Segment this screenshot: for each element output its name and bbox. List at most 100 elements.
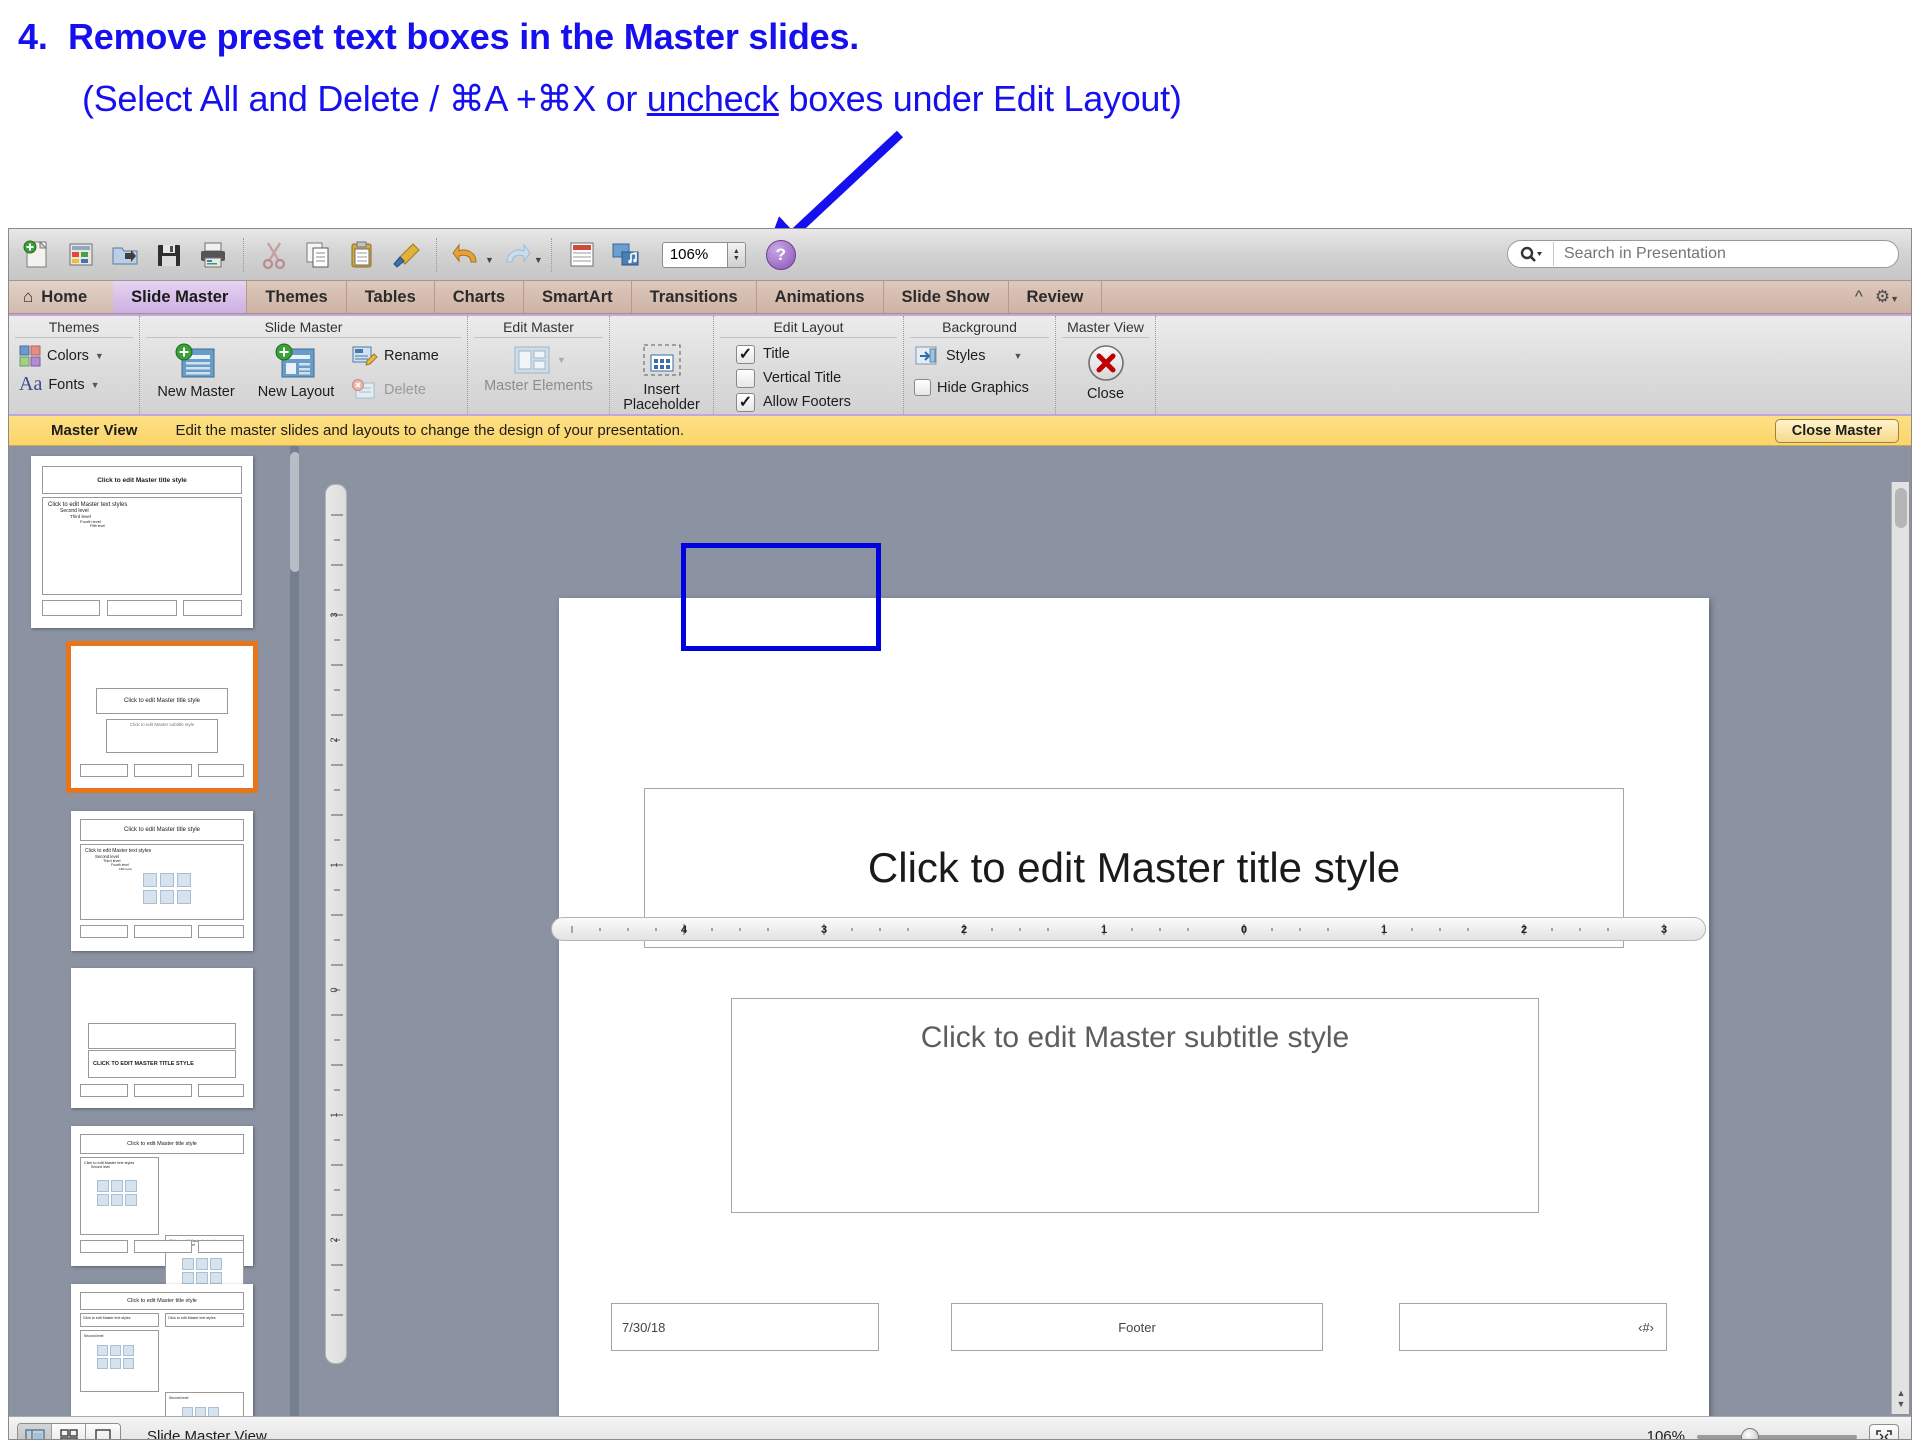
theme-colors-button[interactable]: Colors ▼ xyxy=(19,345,104,367)
ribbon-group-edit-master: Edit Master ▼ Master Elements xyxy=(467,316,609,414)
annotation-number: 4. xyxy=(18,16,68,58)
ribbon-options-gear-icon[interactable]: ⚙▼ xyxy=(1875,287,1899,307)
thumbnail-slide-2[interactable]: Click to edit Master title style Click t… xyxy=(71,646,253,788)
presenter-view-button[interactable] xyxy=(86,1424,120,1440)
vertical-ruler[interactable]: 3 2 1 0 1 2 xyxy=(325,484,347,1364)
thumbnail-slide-6[interactable]: Click to edit Master title style Click t… xyxy=(71,1284,253,1416)
new-master-button[interactable]: New Master xyxy=(146,341,246,400)
thumb1-footer-placeholder xyxy=(107,600,177,616)
tab-themes[interactable]: Themes xyxy=(247,281,346,313)
checkbox-vertical-title[interactable]: Vertical Title xyxy=(736,367,841,389)
hide-graphics-box[interactable] xyxy=(914,379,931,396)
slide-footer-placeholder[interactable]: Footer xyxy=(951,1303,1323,1351)
slide-number-placeholder[interactable]: ‹#› xyxy=(1399,1303,1667,1351)
hide-graphics-checkbox[interactable]: Hide Graphics xyxy=(914,379,1029,396)
close-master-view-button[interactable]: Close xyxy=(1063,341,1149,402)
print-icon[interactable] xyxy=(191,233,235,277)
tab-smartart[interactable]: SmartArt xyxy=(524,281,632,313)
thumb4-footer-placeholder xyxy=(134,1084,192,1097)
status-bar: Slide Master View 106% xyxy=(9,1416,1911,1440)
zoom-slider[interactable] xyxy=(1697,1435,1857,1439)
copy-icon[interactable] xyxy=(296,233,340,277)
undo-dropdown-caret-icon[interactable]: ▼ xyxy=(485,255,494,265)
theme-fonts-button[interactable]: Aa Fonts ▼ xyxy=(19,373,104,396)
zoom-percent-label: 106% xyxy=(1647,1428,1685,1440)
delete-button[interactable]: Delete xyxy=(352,379,439,401)
search-icon[interactable] xyxy=(1508,242,1554,266)
new-presentation-icon[interactable] xyxy=(15,233,59,277)
redo-icon[interactable] xyxy=(494,233,538,277)
scrollbar-arrows-icon[interactable]: ▲▼ xyxy=(1895,1388,1907,1410)
tab-home[interactable]: ⌂ Home xyxy=(9,281,113,313)
thumbnail-slide-3[interactable]: Click to edit Master title style Click t… xyxy=(71,811,253,951)
vruler-tick-2: 2 xyxy=(329,737,339,742)
thumb2-date-placeholder xyxy=(80,764,128,777)
tab-transitions[interactable]: Transitions xyxy=(632,281,757,313)
rename-button[interactable]: Rename xyxy=(352,345,439,367)
thumb6-left-heading: Click to edit Master text styles xyxy=(80,1313,159,1327)
help-icon[interactable]: ? xyxy=(766,240,796,270)
thumb4-title-placeholder: CLICK TO EDIT MASTER TITLE STYLE xyxy=(88,1050,236,1078)
paste-icon[interactable] xyxy=(340,233,384,277)
tab-slide-show[interactable]: Slide Show xyxy=(884,281,1009,313)
thumbnail-scrollbar-thumb[interactable] xyxy=(290,452,299,572)
background-styles-caret-icon[interactable]: ▼ xyxy=(1014,351,1023,361)
hruler-tick-0: 0 xyxy=(1241,924,1247,936)
slide-date-placeholder[interactable]: 7/30/18 xyxy=(611,1303,879,1351)
new-from-template-icon[interactable] xyxy=(59,233,103,277)
undo-icon[interactable] xyxy=(445,233,489,277)
fit-to-window-button[interactable] xyxy=(1869,1424,1899,1440)
thumb2-subtitle-text: Click to edit Master subtitle style xyxy=(130,722,194,727)
theme-fonts-caret-icon[interactable]: ▼ xyxy=(91,380,100,390)
redo-dropdown-caret-icon[interactable]: ▼ xyxy=(534,255,543,265)
tab-charts[interactable]: Charts xyxy=(435,281,524,313)
thumbnail-slide-1[interactable]: Click to edit Master title style Click t… xyxy=(31,456,253,628)
insert-placeholder-button[interactable]: Insert Placeholder xyxy=(616,341,707,413)
normal-view-icon xyxy=(25,1429,45,1440)
background-styles-button[interactable]: Styles ▼ xyxy=(914,345,1029,367)
tab-animations-label: Animations xyxy=(775,288,865,307)
table-icon xyxy=(97,1345,108,1356)
ribbon-tab-strip: ⌂ Home Slide Master Themes Tables Charts… xyxy=(9,281,1911,314)
new-layout-button[interactable]: New Layout xyxy=(246,341,346,400)
master-elements-button[interactable]: ▼ Master Elements xyxy=(474,341,603,394)
tab-slide-master[interactable]: Slide Master xyxy=(113,281,247,313)
tab-review[interactable]: Review xyxy=(1009,281,1103,313)
checkbox-title-box[interactable]: ✓ xyxy=(736,345,755,364)
save-icon[interactable] xyxy=(147,233,191,277)
tab-tables[interactable]: Tables xyxy=(347,281,435,313)
normal-view-button[interactable] xyxy=(18,1424,52,1440)
checkbox-title[interactable]: ✓ Title xyxy=(736,343,790,365)
new-slide-icon[interactable] xyxy=(560,233,604,277)
open-icon[interactable] xyxy=(103,233,147,277)
ribbon-empty-space xyxy=(1155,316,1911,414)
thumbnail-slide-4[interactable]: CLICK TO EDIT MASTER TITLE STYLE xyxy=(71,968,253,1108)
master-elements-caret-icon[interactable]: ▼ xyxy=(557,355,566,365)
zoom-combobox[interactable]: 106% ▲▼ xyxy=(662,242,746,268)
theme-colors-caret-icon[interactable]: ▼ xyxy=(95,351,104,361)
checkbox-allow-footers-box[interactable]: ✓ xyxy=(736,393,755,412)
search-input[interactable] xyxy=(1554,245,1898,263)
master-slide-canvas[interactable]: Click to edit Master title style Click t… xyxy=(559,598,1709,1440)
thumbnail-slide-5[interactable]: Click to edit Master title style Click t… xyxy=(71,1126,253,1266)
slide-subtitle-placeholder[interactable]: Click to edit Master subtitle style xyxy=(731,998,1539,1213)
checkbox-allow-footers[interactable]: ✓ Allow Footers xyxy=(736,391,851,413)
media-icon xyxy=(177,890,191,904)
zoom-stepper[interactable]: ▲▼ xyxy=(727,243,745,267)
zoom-slider-knob[interactable] xyxy=(1741,1428,1759,1440)
collapse-ribbon-icon[interactable]: ^ xyxy=(1855,287,1863,307)
close-master-button[interactable]: Close Master xyxy=(1775,419,1899,443)
cut-icon[interactable] xyxy=(252,233,296,277)
slide-thumbnail-panel[interactable]: Click to edit Master title style Click t… xyxy=(9,446,299,1416)
search-box[interactable] xyxy=(1507,240,1899,268)
tab-animations[interactable]: Animations xyxy=(757,281,884,313)
horizontal-ruler[interactable]: 4 3 2 1 0 1 2 3 xyxy=(551,917,1706,941)
checkbox-vertical-title-box[interactable] xyxy=(736,369,755,388)
media-browser-icon[interactable] xyxy=(604,233,648,277)
thumbnail-scrollbar-track[interactable] xyxy=(290,446,299,1416)
view-switcher xyxy=(17,1423,121,1440)
main-vertical-scrollbar-thumb[interactable] xyxy=(1895,488,1907,528)
slide-sorter-view-button[interactable] xyxy=(52,1424,86,1440)
main-vertical-scrollbar[interactable]: ▲▼ xyxy=(1891,482,1909,1414)
format-painter-icon[interactable] xyxy=(384,233,428,277)
